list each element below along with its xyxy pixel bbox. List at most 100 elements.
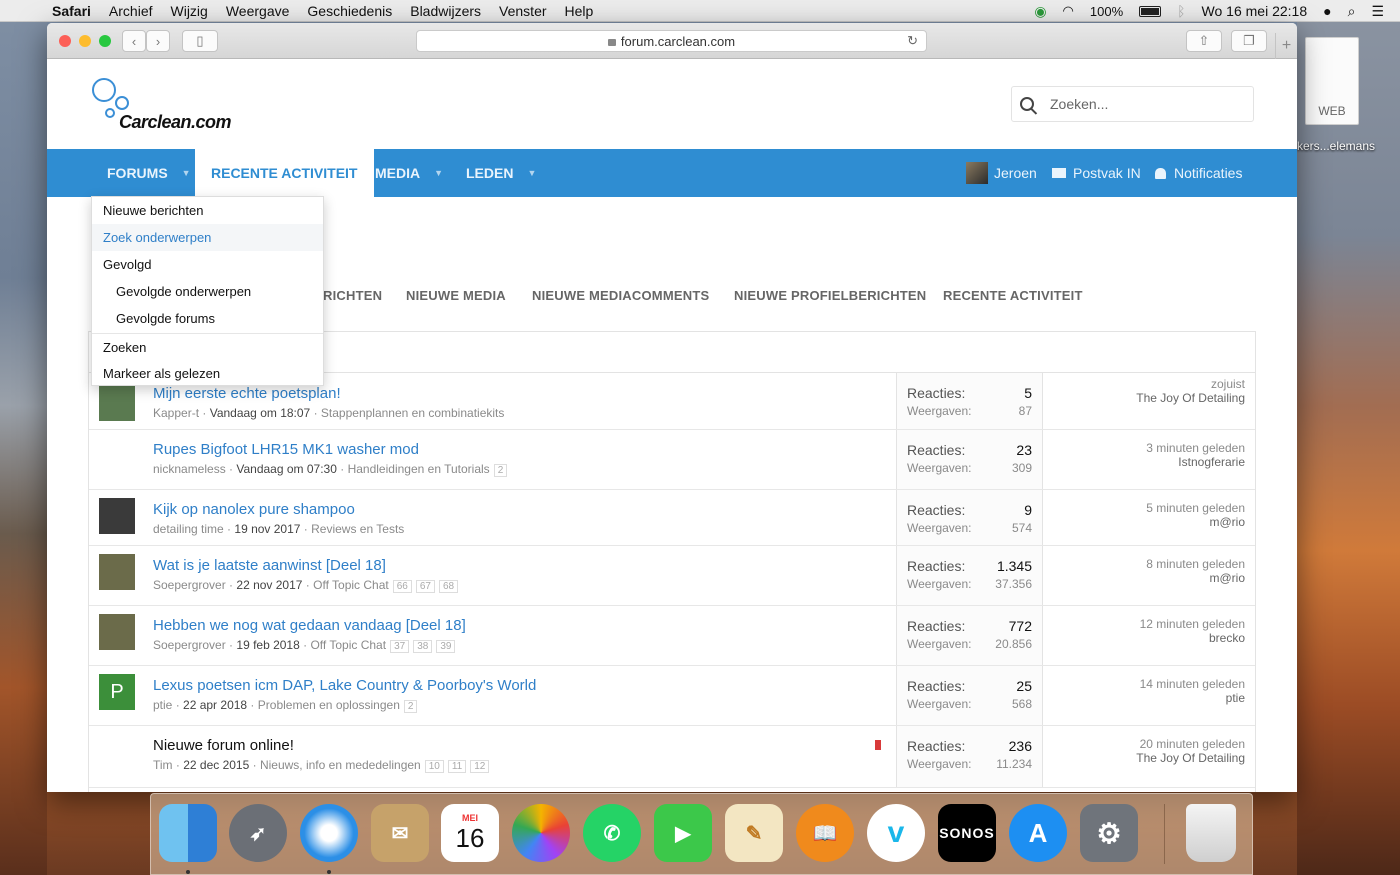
page-link[interactable]: 66	[392, 580, 412, 593]
new-tab-button[interactable]: +	[1275, 33, 1297, 59]
thread-forum[interactable]: Problemen en oplossingen	[258, 698, 400, 712]
desktop-file-icon[interactable]: WEB	[1305, 37, 1359, 125]
sidebar-toggle-icon[interactable]: ▯	[182, 30, 218, 52]
thread-author[interactable]: Soepergrover	[153, 578, 226, 592]
page-link[interactable]: 68	[438, 580, 459, 593]
tab-nieuwe-profielberichten[interactable]: NIEUWE PROFIELBERICHTEN	[734, 288, 926, 303]
tab-recente-activiteit[interactable]: RECENTE ACTIVITEIT	[195, 149, 374, 197]
thread-date[interactable]: 19 feb 2018	[236, 638, 299, 652]
thread-forum[interactable]: Nieuws, info en mededelingen	[260, 758, 421, 772]
menu-bladwijzers[interactable]: Bladwijzers	[410, 3, 481, 19]
account-link[interactable]: Jeroen	[966, 149, 1037, 197]
menu-help[interactable]: Help	[565, 3, 594, 19]
thread-author[interactable]: Kapper-t	[153, 406, 199, 420]
tabs-overview-icon[interactable]: ❐	[1231, 30, 1267, 52]
menu-item-nieuwe-berichten[interactable]: Nieuwe berichten	[92, 197, 323, 224]
thread-title[interactable]: Nieuwe forum online!	[153, 737, 294, 754]
spotlight-icon[interactable]: ⌕	[1348, 3, 1356, 20]
thread-forum[interactable]: Reviews en Tests	[311, 522, 404, 536]
tab-recente-activiteit-sub[interactable]: RECENTE ACTIVITEIT	[943, 288, 1083, 303]
wifi-icon[interactable]: ◠	[1063, 3, 1074, 19]
last-post-time[interactable]: 12 minuten geleden	[1140, 617, 1245, 631]
tab-leden[interactable]: LEDEN ▼	[466, 149, 536, 197]
whatsapp-icon[interactable]: ✆	[583, 804, 641, 862]
thread-date[interactable]: 22 nov 2017	[236, 578, 302, 592]
chevron-down-icon[interactable]: ▼	[527, 168, 536, 178]
menubar-clock[interactable]: Wo 16 mei 22:18	[1202, 3, 1308, 19]
notification-center-icon[interactable]: ☰	[1371, 3, 1384, 20]
thread-avatar[interactable]	[99, 734, 135, 770]
facetime-icon[interactable]: ▶	[654, 804, 712, 862]
menu-item-gevolgde-forums[interactable]: Gevolgde forums	[92, 305, 323, 332]
page-link[interactable]: 2	[403, 700, 418, 713]
thread-author[interactable]: ptie	[153, 698, 172, 712]
app-store-icon[interactable]: A	[1009, 804, 1067, 862]
menu-item-gevolgde-onderwerpen[interactable]: Gevolgde onderwerpen	[92, 278, 323, 305]
reload-icon[interactable]: ↻	[907, 33, 918, 49]
last-post-user[interactable]: The Joy Of Detailing	[1136, 751, 1245, 765]
thread-date[interactable]: Vandaag om 07:30	[236, 462, 337, 476]
photos-icon[interactable]	[512, 804, 570, 862]
last-post-time[interactable]: 5 minuten geleden	[1146, 501, 1245, 515]
notifications-link[interactable]: Notificaties	[1155, 149, 1242, 197]
last-post-user[interactable]: m@rio	[1146, 515, 1245, 529]
vimeo-icon[interactable]: v	[867, 804, 925, 862]
menu-archief[interactable]: Archief	[109, 3, 153, 19]
thread-forum[interactable]: Handleidingen en Tutorials	[348, 462, 490, 476]
tab-nieuwe-berichten-partial[interactable]: RICHTEN	[323, 288, 382, 303]
pages-icon[interactable]: ✎	[725, 804, 783, 862]
thread-forum[interactable]: Off Topic Chat	[313, 578, 389, 592]
chevron-down-icon[interactable]: ▼	[182, 168, 191, 178]
last-post-user[interactable]: m@rio	[1146, 571, 1245, 585]
thread-forum[interactable]: Off Topic Chat	[310, 638, 386, 652]
tab-nieuwe-mediacomments[interactable]: NIEUWE MEDIACOMMENTS	[532, 288, 709, 303]
menu-item-markeer-als-gelezen[interactable]: Markeer als gelezen	[92, 360, 323, 387]
page-link[interactable]: 2	[493, 464, 508, 477]
bluetooth-icon[interactable]: ᛒ	[1177, 3, 1185, 19]
thread-avatar[interactable]	[99, 438, 135, 474]
minimize-window-button[interactable]	[79, 35, 91, 47]
page-link[interactable]: 11	[447, 760, 467, 773]
thread-avatar[interactable]: P	[99, 674, 135, 710]
last-post-time[interactable]: 14 minuten geleden	[1140, 677, 1245, 691]
page-link[interactable]: 37	[390, 640, 410, 653]
thread-date[interactable]: Vandaag om 18:07	[210, 406, 311, 420]
thread-author[interactable]: detailing time	[153, 522, 224, 536]
last-post-user[interactable]: ptie	[1140, 691, 1245, 705]
menu-venster[interactable]: Venster	[499, 3, 546, 19]
system-preferences-icon[interactable]: ⚙	[1080, 804, 1138, 862]
last-post-time[interactable]: 3 minuten geleden	[1146, 441, 1245, 455]
thread-title[interactable]: Wat is je laatste aanwinst [Deel 18]	[153, 557, 386, 574]
thread-avatar[interactable]	[99, 614, 135, 650]
thread-title[interactable]: Rupes Bigfoot LHR15 MK1 washer mod	[153, 441, 419, 458]
thread-avatar[interactable]	[99, 498, 135, 534]
last-post-user[interactable]: brecko	[1140, 631, 1245, 645]
menu-item-zoeken[interactable]: Zoeken	[92, 333, 323, 360]
thread-author[interactable]: Soepergrover	[153, 638, 226, 652]
page-link[interactable]: 12	[470, 760, 490, 773]
thread-title[interactable]: Hebben we nog wat gedaan vandaag [Deel 1…	[153, 617, 466, 634]
battery-icon[interactable]	[1139, 5, 1162, 17]
mail-icon[interactable]: ✉	[371, 804, 429, 862]
user-icon[interactable]: ●	[1323, 3, 1331, 19]
thread-date[interactable]: 22 apr 2018	[183, 698, 247, 712]
thread-author[interactable]: nicknameless	[153, 462, 226, 476]
safari-icon[interactable]	[300, 804, 358, 862]
last-post-time[interactable]: 8 minuten geleden	[1146, 557, 1245, 571]
last-post-time[interactable]: 20 minuten geleden	[1136, 737, 1245, 751]
address-bar[interactable]: forum.carclean.com ↻	[416, 30, 927, 52]
menu-weergave[interactable]: Weergave	[226, 3, 290, 19]
menu-item-zoek-onderwerpen[interactable]: Zoek onderwerpen	[92, 224, 323, 251]
thread-avatar[interactable]	[99, 385, 135, 421]
sonos-icon[interactable]: SONOS	[938, 804, 996, 862]
last-post-user[interactable]: The Joy Of Detailing	[1136, 391, 1245, 405]
desktop-file-name[interactable]: kers...elemans	[1297, 139, 1397, 153]
thread-author[interactable]: Tim	[153, 758, 173, 772]
launchpad-icon[interactable]: ➶	[229, 804, 287, 862]
close-window-button[interactable]	[59, 35, 71, 47]
menu-wijzig[interactable]: Wijzig	[171, 3, 208, 19]
trash-icon[interactable]	[1186, 804, 1236, 862]
thread-title[interactable]: Kijk op nanolex pure shampoo	[153, 501, 355, 518]
page-link[interactable]: 39	[436, 640, 456, 653]
tab-media[interactable]: MEDIA ▼	[375, 149, 443, 197]
